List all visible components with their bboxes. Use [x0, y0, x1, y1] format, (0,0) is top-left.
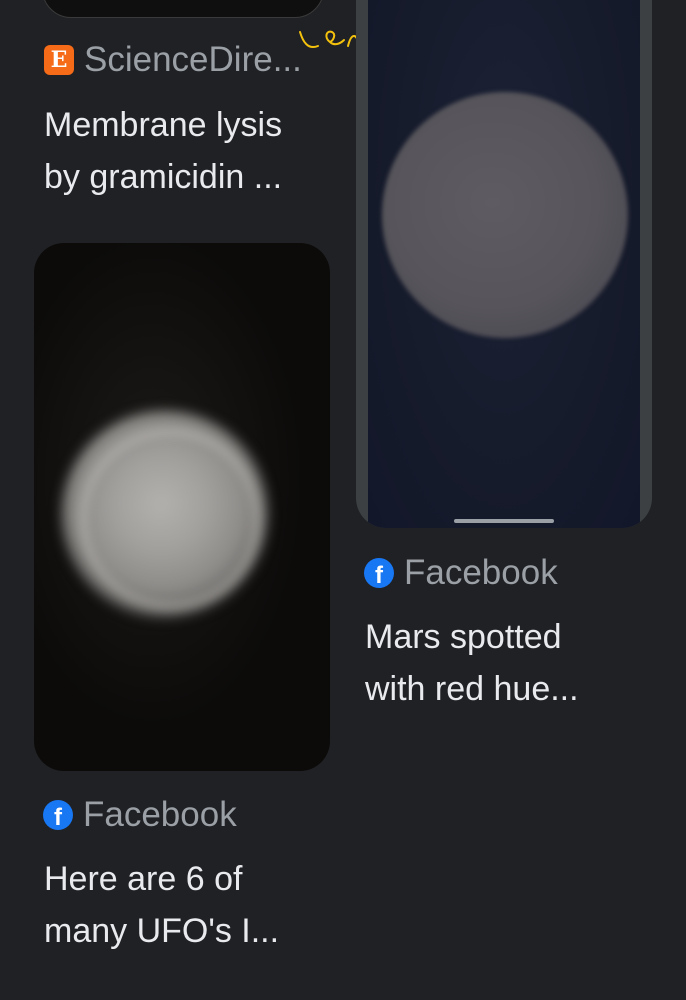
source-name: Facebook — [83, 795, 237, 834]
image-results-grid: E ScienceDire... Membrane lysis by grami… — [0, 0, 686, 1000]
result-source-sciencedirect[interactable]: E ScienceDire... — [44, 40, 302, 80]
result-title-mars-spotted[interactable]: Mars spotted with red hue... — [365, 611, 665, 715]
result-image-ufo[interactable] — [34, 243, 330, 771]
planet-disk — [382, 92, 628, 338]
result-image-top-left[interactable] — [42, 0, 324, 18]
title-line: with red hue... — [365, 670, 579, 708]
source-name: ScienceDire... — [84, 40, 302, 79]
title-line: Mars spotted — [365, 618, 562, 656]
result-title-membrane-lysis[interactable]: Membrane lysis by gramicidin ... — [44, 99, 344, 203]
facebook-icon: f — [43, 800, 73, 830]
title-line: many UFO's I... — [44, 912, 280, 950]
elsevier-icon: E — [44, 45, 74, 75]
title-line: by gramicidin ... — [44, 158, 283, 196]
mars-photo — [368, 0, 640, 528]
title-line: Here are 6 of — [44, 860, 243, 898]
scroll-handle — [454, 519, 554, 523]
result-image-mars[interactable] — [356, 0, 652, 528]
source-name: Facebook — [404, 553, 558, 592]
result-title-ufos[interactable]: Here are 6 of many UFO's I... — [44, 853, 344, 957]
orb-ring — [80, 429, 260, 609]
facebook-icon: f — [364, 558, 394, 588]
title-line: Membrane lysis — [44, 106, 283, 144]
result-source-facebook-mars[interactable]: f Facebook — [364, 553, 558, 593]
result-source-facebook-ufo[interactable]: f Facebook — [43, 795, 237, 835]
